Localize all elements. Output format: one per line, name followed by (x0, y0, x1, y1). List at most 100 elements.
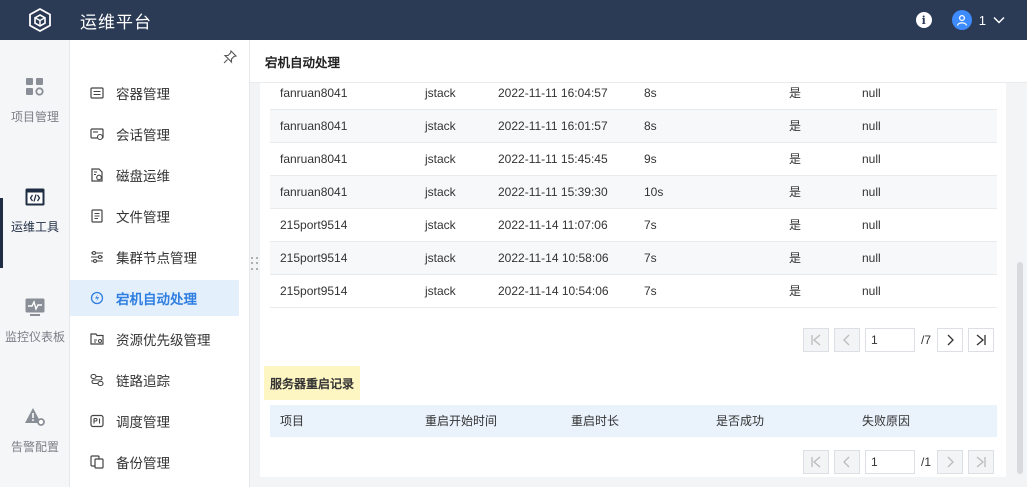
table-cell: 7s (644, 284, 657, 298)
table-cell: null (862, 152, 881, 166)
code-window-icon (24, 186, 46, 208)
grid-gear-icon (24, 76, 46, 98)
menu-item-auto-recover[interactable]: 宕机自动处理 (70, 280, 239, 316)
menu-item-label: 资源优先级管理 (116, 333, 211, 349)
vertical-scrollbar[interactable] (1017, 262, 1023, 474)
disk-icon (90, 168, 104, 182)
menu-item-label: 备份管理 (116, 456, 170, 472)
rail-item-alert[interactable]: 告警配置 (0, 406, 70, 455)
app-title: 运维平台 (80, 12, 152, 33)
table-cell: 10s (644, 185, 664, 199)
menu-item-label: 磁盘运维 (116, 169, 170, 185)
menu-item-resource-priority[interactable]: 资源优先级管理 (70, 321, 239, 357)
table-cell: 2022-11-14 11:07:06 (498, 218, 608, 232)
table-row[interactable]: fanruan8041 jstack 2022-11-11 16:01:57 8… (270, 110, 997, 143)
table-cell: 是 (789, 119, 802, 133)
top-bar: 运维平台 i 1 (0, 0, 1027, 40)
menu-item-trace[interactable]: 链路追踪 (70, 362, 239, 398)
table-cell: jstack (425, 284, 456, 298)
table-cell: 215port9514 (280, 284, 348, 298)
menu-item-backup[interactable]: 备份管理 (70, 444, 239, 480)
menu-item-container[interactable]: 容器管理 (70, 75, 239, 111)
rail-label: 监控仪表板 (4, 330, 65, 344)
menu-item-session[interactable]: 会话管理 (70, 116, 239, 152)
first-page-button[interactable] (803, 328, 829, 352)
table-cell: 9s (644, 152, 657, 166)
table-cell: jstack (425, 152, 456, 166)
monitor-pulse-icon (24, 296, 46, 318)
column-header[interactable]: 是否成功 (716, 405, 764, 437)
menu-item-label: 容器管理 (116, 87, 170, 103)
column-header[interactable]: 失败原因 (862, 405, 910, 437)
page-number-input[interactable] (865, 450, 915, 474)
table-header: 项目 重启开始时间 重启时长 是否成功 失败原因 (270, 405, 997, 437)
table-row[interactable]: 215port9514 jstack 2022-11-14 11:07:06 7… (270, 209, 997, 242)
table-cell: jstack (425, 218, 456, 232)
menu-item-schedule[interactable]: 调度管理 (70, 403, 239, 439)
table-cell: 2022-11-11 16:01:57 (498, 119, 608, 133)
first-page-button[interactable] (803, 450, 829, 474)
next-page-button[interactable] (937, 328, 964, 352)
table-cell: null (862, 86, 881, 100)
menu-item-label: 文件管理 (116, 210, 170, 226)
file-icon (90, 209, 104, 223)
table-cell: 8s (644, 86, 657, 100)
table-cell: fanruan8041 (280, 152, 348, 166)
table-cell: 2022-11-11 15:45:45 (498, 152, 608, 166)
chevron-down-icon[interactable] (993, 16, 1005, 24)
table-row[interactable]: fanruan8041 jstack 2022-11-11 15:45:45 9… (270, 143, 997, 176)
table-cell: jstack (425, 185, 456, 199)
table-row[interactable]: 215port9514 jstack 2022-11-14 10:54:06 7… (270, 275, 997, 308)
column-header[interactable]: 重启开始时间 (425, 405, 497, 437)
menu-item-cluster-node[interactable]: 集群节点管理 (70, 239, 239, 275)
table-cell: jstack (425, 86, 456, 100)
section-title: 服务器重启记录 (264, 366, 361, 400)
table-cell: 215port9514 (280, 218, 348, 232)
pagination: /7 (803, 328, 999, 352)
last-page-button[interactable] (968, 450, 995, 474)
icon-rail: 项目管理 运维工具 监控仪表板 告警配置 (0, 40, 70, 487)
info-icon[interactable]: i (915, 12, 932, 28)
rail-item-ops-tools[interactable]: 运维工具 (0, 186, 70, 235)
user-name[interactable]: 1 (979, 13, 986, 28)
pin-icon[interactable] (223, 49, 238, 64)
table-row[interactable]: fanruan8041 jstack 2022-11-11 15:39:30 1… (270, 176, 997, 209)
table-cell: 是 (789, 218, 802, 232)
table-cell: jstack (425, 119, 456, 133)
table-cell: 是 (789, 251, 802, 265)
menu-item-disk[interactable]: 磁盘运维 (70, 157, 239, 193)
prev-page-button[interactable] (834, 328, 860, 352)
main-content: 宕机自动处理 fanruan8041 jstack 2022-11-11 16:… (250, 40, 1027, 487)
table-cell: 2022-11-11 16:04:57 (498, 86, 608, 100)
pagination: /1 (803, 450, 999, 474)
menu-item-label: 调度管理 (116, 415, 170, 431)
schedule-icon (90, 414, 104, 428)
prev-page-button[interactable] (834, 450, 860, 474)
menu-item-label: 链路追踪 (116, 374, 170, 390)
next-page-button[interactable] (937, 450, 964, 474)
table-cell: 2022-11-14 10:54:06 (498, 284, 609, 298)
page-number-input[interactable] (865, 328, 915, 352)
column-header[interactable]: 重启时长 (571, 405, 619, 437)
rail-label: 项目管理 (10, 110, 59, 124)
rail-label: 运维工具 (10, 220, 59, 234)
table-cell: fanruan8041 (280, 86, 348, 100)
menu-item-label: 会话管理 (116, 128, 170, 144)
table-cell: 2022-11-14 10:58:06 (498, 251, 609, 265)
menu-item-file[interactable]: 文件管理 (70, 198, 239, 234)
column-header[interactable]: 项目 (280, 405, 304, 437)
last-page-button[interactable] (968, 328, 995, 352)
table-cell: null (862, 185, 881, 199)
rail-item-monitor[interactable]: 监控仪表板 (0, 296, 70, 345)
rail-item-project[interactable]: 项目管理 (0, 76, 70, 125)
table-row[interactable]: 215port9514 jstack 2022-11-14 10:58:06 7… (270, 242, 997, 275)
user-avatar-icon[interactable] (951, 10, 972, 30)
cube-logo-icon[interactable] (27, 7, 53, 33)
table-cell: 是 (789, 86, 802, 100)
table-cell: 8s (644, 119, 657, 133)
table-cell: null (862, 218, 881, 232)
menu-item-label: 宕机自动处理 (116, 292, 197, 308)
table-cell: null (862, 119, 881, 133)
auto-recover-panel: fanruan8041 jstack 2022-11-11 16:04:57 8… (260, 83, 1006, 395)
table-row[interactable]: fanruan8041 jstack 2022-11-11 16:04:57 8… (270, 77, 997, 110)
